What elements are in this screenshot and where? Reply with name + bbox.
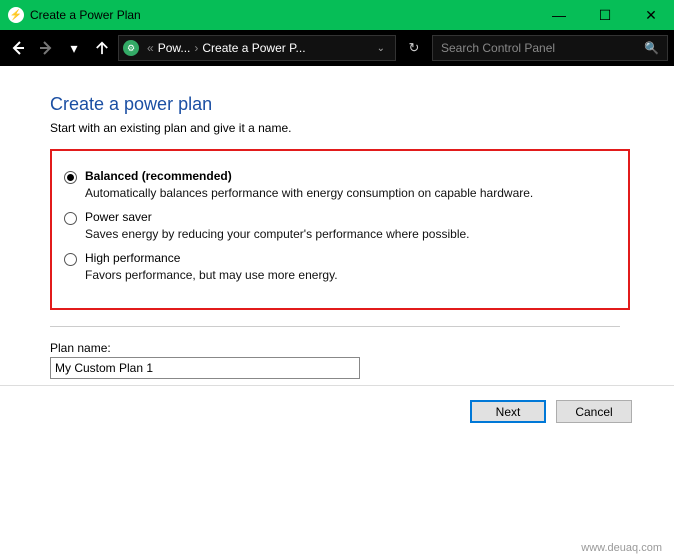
content-area: Create a power plan Start with an existi… [0,66,674,386]
search-icon: 🔍 [644,41,659,55]
minimize-button[interactable]: — [536,0,582,30]
window-title: Create a Power Plan [30,8,536,22]
divider [50,326,620,327]
address-bar[interactable]: ⚙ « Pow... › Create a Power P... ⌄ [118,35,396,61]
search-input[interactable]: Search Control Panel 🔍 [432,35,668,61]
page-subtitle: Start with an existing plan and give it … [50,121,674,135]
recent-dropdown-icon[interactable]: ▾ [62,36,86,60]
forward-button[interactable] [34,36,58,60]
address-dropdown-icon[interactable]: ⌄ [371,43,391,54]
maximize-button[interactable]: ☐ [582,0,628,30]
radio-power-saver[interactable] [64,212,77,225]
radio-balanced[interactable] [64,171,77,184]
plan-options-group: Balanced (recommended) Automatically bal… [50,149,630,310]
breadcrumb-prefix: « [143,41,158,55]
plan-label-power-saver: Power saver [85,210,152,224]
plan-option-balanced[interactable]: Balanced (recommended) [64,169,616,184]
plan-label-high-performance: High performance [85,251,180,265]
navbar: ▾ ⚙ « Pow... › Create a Power P... ⌄ ↻ S… [0,30,674,66]
breadcrumb-root[interactable]: Pow... [158,41,191,55]
plan-option-power-saver[interactable]: Power saver [64,210,616,225]
plan-option-high-performance[interactable]: High performance [64,251,616,266]
watermark: www.deuaq.com [581,542,662,554]
cancel-button[interactable]: Cancel [556,400,632,423]
radio-high-performance[interactable] [64,253,77,266]
window-controls: — ☐ ✕ [536,0,674,30]
app-icon: ⚡ [8,7,24,23]
plan-desc-high-performance: Favors performance, but may use more ene… [85,268,616,282]
plan-name-field: Plan name: [50,341,674,379]
close-button[interactable]: ✕ [628,0,674,30]
breadcrumb-current[interactable]: Create a Power P... [202,41,305,55]
page-title: Create a power plan [50,94,674,115]
titlebar: ⚡ Create a Power Plan — ☐ ✕ [0,0,674,30]
back-button[interactable] [6,36,30,60]
button-row: Next Cancel [0,386,674,423]
next-button[interactable]: Next [470,400,546,423]
plan-desc-power-saver: Saves energy by reducing your computer's… [85,227,616,241]
refresh-button[interactable]: ↻ [400,35,428,61]
plan-label-balanced: Balanced (recommended) [85,169,232,183]
plan-name-input[interactable] [50,357,360,379]
search-placeholder: Search Control Panel [441,41,555,55]
chevron-right-icon: › [190,41,202,55]
plan-desc-balanced: Automatically balances performance with … [85,186,616,200]
up-button[interactable] [90,36,114,60]
control-panel-icon: ⚙ [123,40,139,56]
plan-name-label: Plan name: [50,341,674,355]
